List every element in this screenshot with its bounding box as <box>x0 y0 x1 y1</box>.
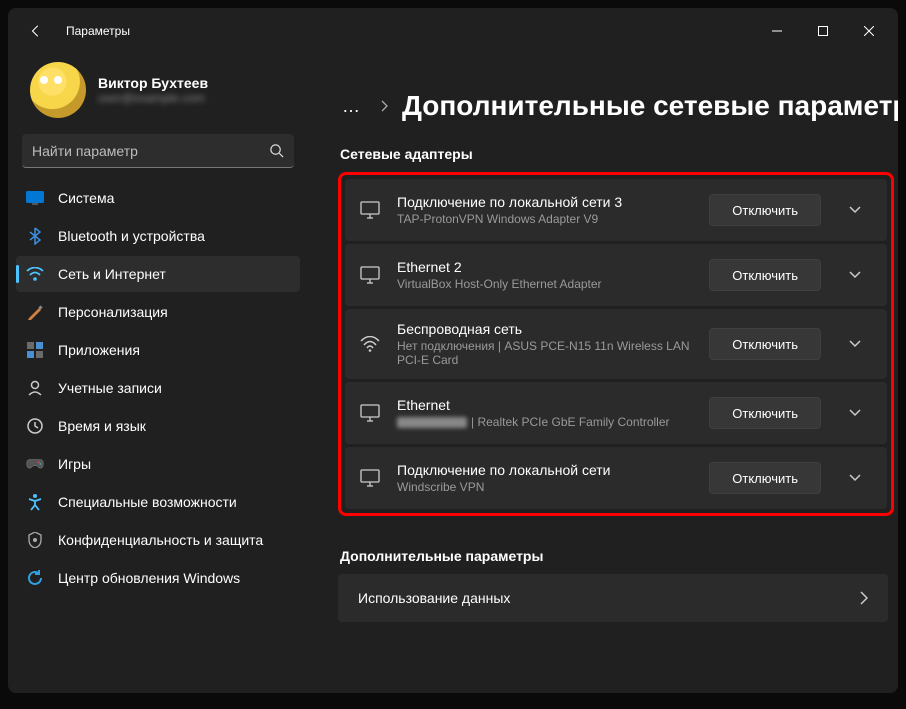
sidebar-item-label: Приложения <box>58 342 140 358</box>
sidebar-item-time[interactable]: Время и язык <box>16 408 300 444</box>
window-title: Параметры <box>66 24 130 38</box>
section-adapters-title: Сетевые адаптеры <box>340 146 898 162</box>
adapter-info: Беспроводная сеть Нет подключения | ASUS … <box>397 321 693 367</box>
adapter-list-highlight: Подключение по локальной сети 3 TAP-Proto… <box>338 172 894 516</box>
expand-button[interactable] <box>837 206 873 214</box>
sidebar-item-accounts[interactable]: Учетные записи <box>16 370 300 406</box>
minimize-button[interactable] <box>754 15 800 47</box>
sidebar-item-privacy[interactable]: Конфиденциальность и защита <box>16 522 300 558</box>
disable-button[interactable]: Отключить <box>709 397 821 429</box>
adapter-row[interactable]: Подключение по локальной сети Windscribe … <box>345 447 887 509</box>
data-usage-row[interactable]: Использование данных <box>338 574 888 622</box>
adapter-sub: Windscribe VPN <box>397 480 693 494</box>
content-area: … Дополнительные сетевые параметры Сетев… <box>308 54 898 693</box>
update-icon <box>26 569 44 587</box>
sidebar-item-personalization[interactable]: Персонализация <box>16 294 300 330</box>
search-icon <box>269 143 284 158</box>
back-button[interactable] <box>20 15 52 47</box>
sidebar-item-accessibility[interactable]: Специальные возможности <box>16 484 300 520</box>
sidebar-item-label: Персонализация <box>58 304 168 320</box>
gaming-icon <box>26 455 44 473</box>
titlebar: Параметры <box>8 8 898 54</box>
adapter-sub: Нет подключения | ASUS PCE-N15 11n Wirel… <box>397 339 693 367</box>
data-usage-label: Использование данных <box>358 590 510 606</box>
expand-button[interactable] <box>837 271 873 279</box>
sidebar-item-label: Конфиденциальность и защита <box>58 532 263 548</box>
search-input[interactable] <box>32 143 269 159</box>
adapter-name: Беспроводная сеть <box>397 321 693 337</box>
time-icon <box>26 417 44 435</box>
chevron-right-icon <box>860 591 868 605</box>
adapter-name: Ethernet 2 <box>397 259 693 275</box>
personalization-icon <box>26 303 44 321</box>
monitor-icon <box>359 469 381 487</box>
adapter-row[interactable]: Ethernet | Realtek PCIe GbE Family Contro… <box>345 382 887 444</box>
adapter-info: Ethernet 2 VirtualBox Host-Only Ethernet … <box>397 259 693 291</box>
close-button[interactable] <box>846 15 892 47</box>
disable-button[interactable]: Отключить <box>709 462 821 494</box>
monitor-icon <box>359 201 381 219</box>
sidebar-item-label: Специальные возможности <box>58 494 237 510</box>
apps-icon <box>26 341 44 359</box>
sidebar-item-update[interactable]: Центр обновления Windows <box>16 560 300 596</box>
search-box[interactable] <box>22 134 294 168</box>
sidebar-item-bluetooth[interactable]: Bluetooth и устройства <box>16 218 300 254</box>
sidebar-item-network[interactable]: Сеть и Интернет <box>16 256 300 292</box>
disable-button[interactable]: Отключить <box>709 259 821 291</box>
page-title: Дополнительные сетевые параметры <box>402 90 898 122</box>
sidebar-item-label: Игры <box>58 456 91 472</box>
breadcrumb-overflow[interactable]: … <box>338 94 366 119</box>
adapter-name: Ethernet <box>397 397 693 413</box>
sidebar-item-system[interactable]: Система <box>16 180 300 216</box>
monitor-icon <box>359 404 381 422</box>
sidebar-item-label: Учетные записи <box>58 380 162 396</box>
chevron-right-icon <box>380 100 388 112</box>
adapter-row[interactable]: Подключение по локальной сети 3 TAP-Proto… <box>345 179 887 241</box>
sidebar-item-label: Bluetooth и устройства <box>58 228 205 244</box>
expand-button[interactable] <box>837 474 873 482</box>
network-icon <box>26 265 44 283</box>
profile-email: user@example.com <box>98 91 208 105</box>
sidebar-item-label: Время и язык <box>58 418 146 434</box>
nav-list: Система Bluetooth и устройства Сеть и Инте… <box>16 180 300 596</box>
adapter-sub: VirtualBox Host-Only Ethernet Adapter <box>397 277 693 291</box>
adapter-row[interactable]: Ethernet 2 VirtualBox Host-Only Ethernet … <box>345 244 887 306</box>
monitor-icon <box>359 266 381 284</box>
sidebar-item-label: Сеть и Интернет <box>58 266 166 282</box>
expand-button[interactable] <box>837 340 873 348</box>
adapter-sub: TAP-ProtonVPN Windows Adapter V9 <box>397 212 693 226</box>
adapter-row[interactable]: Беспроводная сеть Нет подключения | ASUS … <box>345 309 887 379</box>
sidebar-item-label: Система <box>58 190 114 206</box>
privacy-icon <box>26 531 44 549</box>
sidebar: Виктор Бухтеев user@example.com Система B… <box>8 54 308 693</box>
accessibility-icon <box>26 493 44 511</box>
expand-button[interactable] <box>837 409 873 417</box>
disable-button[interactable]: Отключить <box>709 194 821 226</box>
adapter-sub: | Realtek PCIe GbE Family Controller <box>397 415 693 429</box>
avatar <box>30 62 86 118</box>
sidebar-item-gaming[interactable]: Игры <box>16 446 300 482</box>
sidebar-item-label: Центр обновления Windows <box>58 570 240 586</box>
accounts-icon <box>26 379 44 397</box>
disable-button[interactable]: Отключить <box>709 328 821 360</box>
sidebar-item-apps[interactable]: Приложения <box>16 332 300 368</box>
maximize-button[interactable] <box>800 15 846 47</box>
section-more-title: Дополнительные параметры <box>340 548 888 564</box>
profile-name: Виктор Бухтеев <box>98 75 208 91</box>
profile-block[interactable]: Виктор Бухтеев user@example.com <box>16 54 300 134</box>
system-icon <box>26 189 44 207</box>
adapter-name: Подключение по локальной сети <box>397 462 693 478</box>
adapter-name: Подключение по локальной сети 3 <box>397 194 693 210</box>
page-header: … Дополнительные сетевые параметры <box>338 54 898 140</box>
bluetooth-icon <box>26 227 44 245</box>
adapter-info: Ethernet | Realtek PCIe GbE Family Contro… <box>397 397 693 429</box>
adapter-info: Подключение по локальной сети 3 TAP-Proto… <box>397 194 693 226</box>
adapter-info: Подключение по локальной сети Windscribe … <box>397 462 693 494</box>
wifi-icon <box>359 336 381 352</box>
